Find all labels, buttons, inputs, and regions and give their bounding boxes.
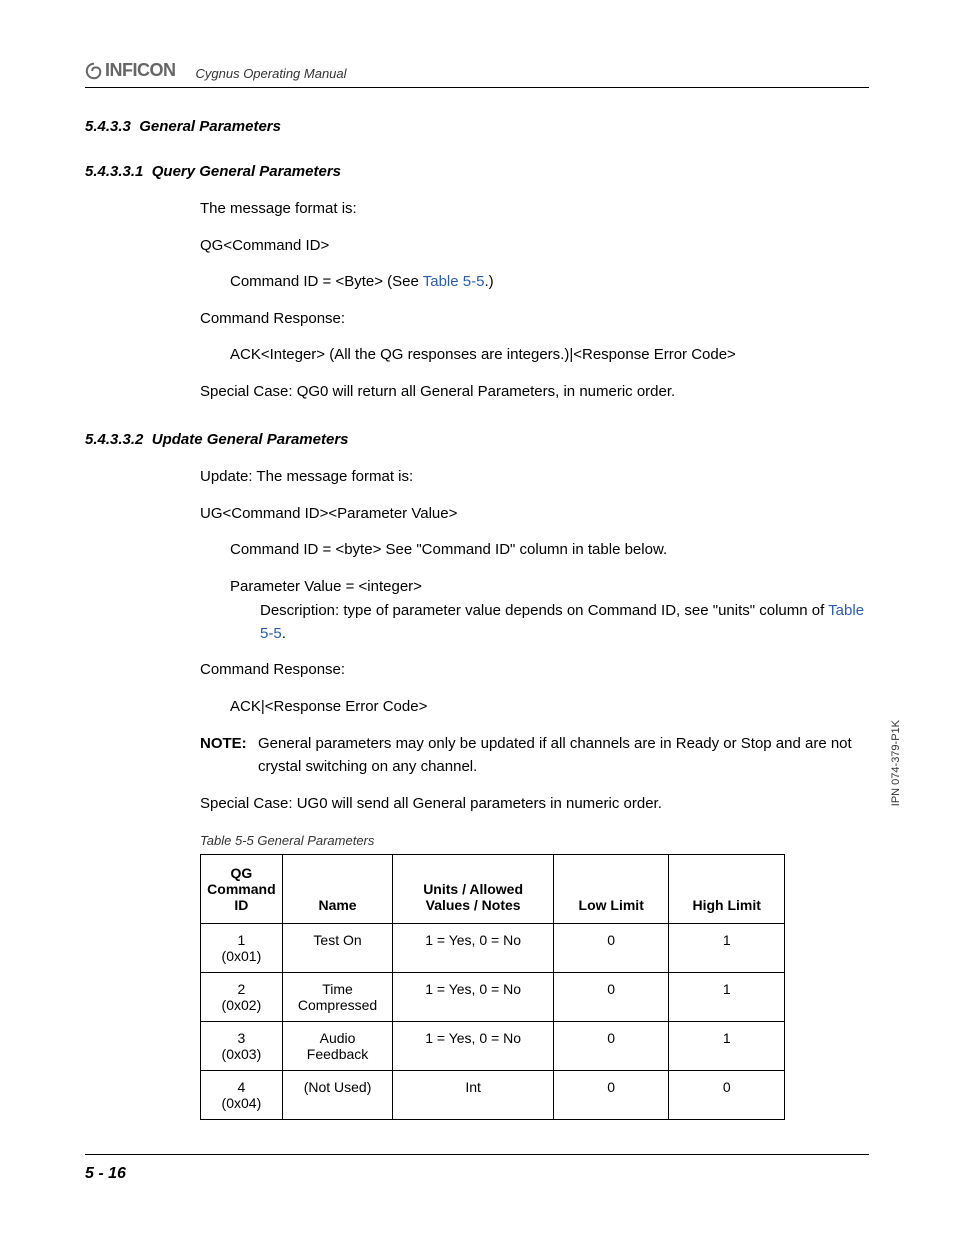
cell-low: 0 <box>553 973 669 1022</box>
id-num: 2 <box>238 981 246 997</box>
table-body: 1(0x01) Test On 1 = Yes, 0 = No 0 1 2(0x… <box>201 924 785 1120</box>
table-row: 2(0x02) Time Compressed 1 = Yes, 0 = No … <box>201 973 785 1022</box>
page-footer: 5 - 16 <box>85 1154 869 1183</box>
text-prefix: Description: type of parameter value dep… <box>260 602 828 619</box>
col-header-high: High Limit <box>669 855 785 924</box>
page-number: 5 - 16 <box>85 1165 126 1182</box>
cell-name: (Not Used) <box>282 1071 392 1120</box>
section-heading-5-4-3-3-1: 5.4.3.3.1 Query General Parameters <box>85 163 869 180</box>
text-prefix: Command ID = <Byte> (See <box>230 273 423 290</box>
cell-id: 1(0x01) <box>201 924 283 973</box>
id-hex: (0x04) <box>222 1095 262 1111</box>
section-heading-5-4-3-3: 5.4.3.3 General Parameters <box>85 118 869 135</box>
text-cmd-response-label: Command Response: <box>200 308 869 331</box>
text-cmd-id-line: Command ID = <byte> See "Command ID" col… <box>230 539 869 562</box>
note-label: NOTE: <box>200 732 258 779</box>
col-header-low: Low Limit <box>553 855 669 924</box>
table-caption: Table 5-5 General Parameters <box>200 833 869 848</box>
text-cmd-response-label-2: Command Response: <box>200 659 869 682</box>
header-text: QG Command ID <box>207 865 275 913</box>
logo-text: INFICON <box>105 60 176 81</box>
section-heading-5-4-3-3-2: 5.4.3.3.2 Update General Parameters <box>85 431 869 448</box>
text-param-val-1: Parameter Value = <integer> <box>230 576 869 599</box>
cell-low: 0 <box>553 1071 669 1120</box>
id-hex: (0x03) <box>222 1046 262 1062</box>
id-num: 3 <box>238 1030 246 1046</box>
cell-units: Int <box>393 1071 554 1120</box>
cell-high: 1 <box>669 973 785 1022</box>
text-special-case-2: Special Case: UG0 will send all General … <box>200 793 869 816</box>
cell-name: Audio Feedback <box>282 1022 392 1071</box>
logo: INFICON <box>85 60 176 81</box>
doc-title: Cygnus Operating Manual <box>196 66 347 81</box>
col-header-units: Units / Allowed Values / Notes <box>393 855 554 924</box>
cell-name: Time Compressed <box>282 973 392 1022</box>
section-title: Query General Parameters <box>152 163 341 180</box>
text-special-case: Special Case: QG0 will return all Genera… <box>200 381 869 404</box>
text-param-val-desc: Description: type of parameter value dep… <box>260 600 869 645</box>
section-title: General Parameters <box>139 118 281 135</box>
cell-low: 0 <box>553 924 669 973</box>
table-row: 3(0x03) Audio Feedback 1 = Yes, 0 = No 0… <box>201 1022 785 1071</box>
page-header: INFICON Cygnus Operating Manual <box>85 60 869 88</box>
section-number: 5.4.3.3.1 <box>85 163 143 180</box>
text-cmd-id: Command ID = <Byte> (See Table 5-5.) <box>230 271 869 294</box>
text-ack-line: ACK<Integer> (All the QG responses are i… <box>230 344 869 367</box>
section-number: 5.4.3.3.2 <box>85 431 143 448</box>
text-suffix: . <box>282 625 286 642</box>
id-hex: (0x02) <box>222 997 262 1013</box>
col-header-id: QG Command ID <box>201 855 283 924</box>
cell-high: 1 <box>669 1022 785 1071</box>
cell-id: 3(0x03) <box>201 1022 283 1071</box>
cell-name: Test On <box>282 924 392 973</box>
link-table-5-5[interactable]: Table 5-5 <box>423 273 485 290</box>
text-suffix: .) <box>484 273 493 290</box>
note-text: General parameters may only be updated i… <box>258 732 869 779</box>
id-num: 1 <box>238 932 246 948</box>
table-row: 4(0x04) (Not Used) Int 0 0 <box>201 1071 785 1120</box>
cell-id: 4(0x04) <box>201 1071 283 1120</box>
text-ack-line-2: ACK|<Response Error Code> <box>230 696 869 719</box>
text-qg-line: QG<Command ID> <box>200 235 869 258</box>
cell-units: 1 = Yes, 0 = No <box>393 973 554 1022</box>
cell-units: 1 = Yes, 0 = No <box>393 1022 554 1071</box>
note-row: NOTE: General parameters may only be upd… <box>200 732 869 779</box>
table-row: 1(0x01) Test On 1 = Yes, 0 = No 0 1 <box>201 924 785 973</box>
id-num: 4 <box>238 1079 246 1095</box>
general-parameters-table: QG Command ID Name Units / Allowed Value… <box>200 854 785 1120</box>
col-header-name: Name <box>282 855 392 924</box>
section-title: Update General Parameters <box>152 431 349 448</box>
text-ug-line: UG<Command ID><Parameter Value> <box>200 503 869 526</box>
cell-high: 0 <box>669 1071 785 1120</box>
cell-id: 2(0x02) <box>201 973 283 1022</box>
logo-swirl-icon <box>85 62 103 80</box>
text-update-label: Update: The message format is: <box>200 466 869 489</box>
cell-high: 1 <box>669 924 785 973</box>
id-hex: (0x01) <box>222 948 262 964</box>
cell-units: 1 = Yes, 0 = No <box>393 924 554 973</box>
cell-low: 0 <box>553 1022 669 1071</box>
section-number: 5.4.3.3 <box>85 118 131 135</box>
side-ipn-text: IPN 074-379-P1K <box>890 720 902 806</box>
text-msg-format: The message format is: <box>200 198 869 221</box>
table-header-row: QG Command ID Name Units / Allowed Value… <box>201 855 785 924</box>
